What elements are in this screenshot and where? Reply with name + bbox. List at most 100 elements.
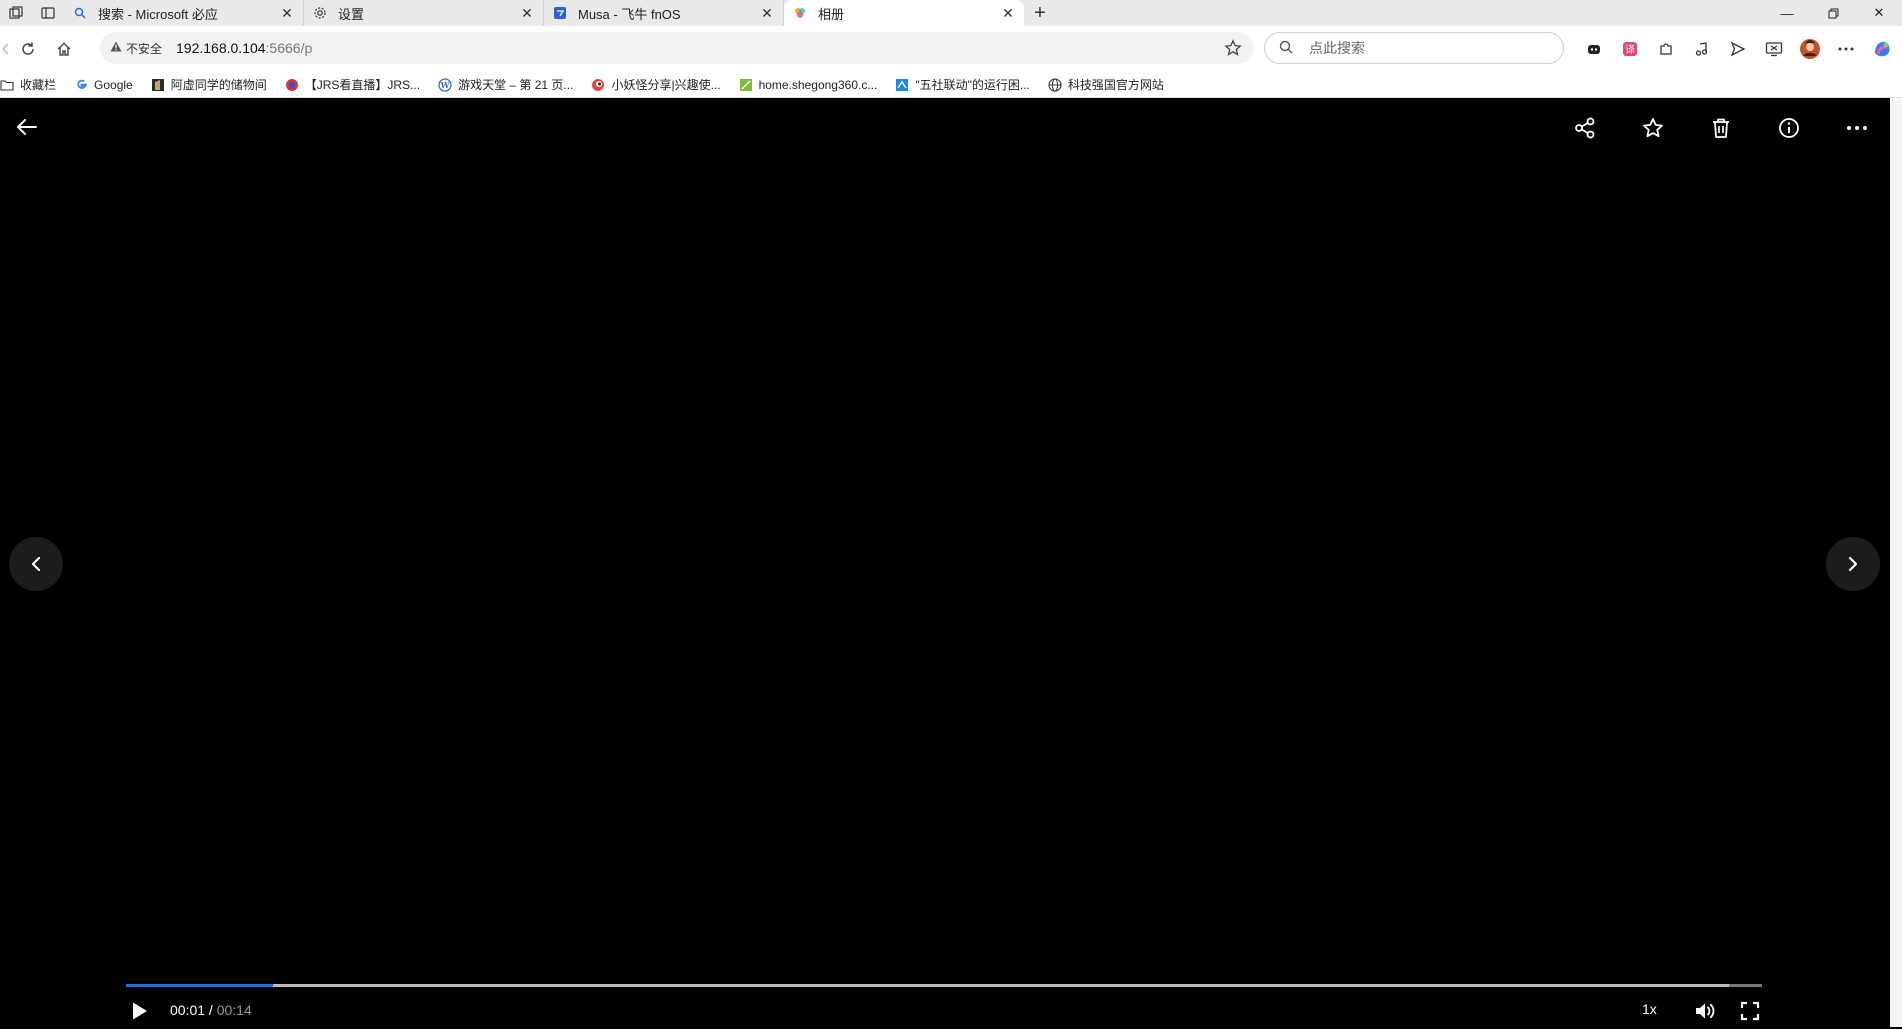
search-icon [1279, 40, 1293, 57]
tab-title: 搜索 - Microsoft 必应 [98, 6, 218, 22]
screen-capture-icon[interactable] [1756, 34, 1792, 64]
warning-icon [110, 41, 122, 55]
google-icon [74, 78, 88, 92]
copilot-icon[interactable] [1864, 34, 1900, 64]
bookmark-label: 游戏天堂 – 第 21 页... [458, 78, 574, 92]
time-display: 00:01 / 00:14 [170, 1002, 252, 1018]
tab-strip: 搜索 - Microsoft 必应 ✕ 设置 ✕ Musa - 飞牛 fnOS … [0, 0, 1902, 26]
browser-toolbar: 不安全 192.168.0.104:5666/p 点此搜索 译 [0, 26, 1902, 72]
favorite-star-icon[interactable] [1635, 110, 1671, 146]
url-path: :5666/p [265, 40, 313, 56]
volume-icon[interactable] [1687, 993, 1723, 1029]
bookmark-label: home.shegong360.c... [758, 77, 878, 92]
photos-icon [792, 5, 808, 21]
site-icon [285, 78, 299, 92]
bookmark-google[interactable]: Google [74, 78, 133, 92]
bookmark-label: "五社联动"的运行困... [915, 78, 1030, 92]
playback-speed-button[interactable]: 1x [1642, 1001, 1657, 1017]
tab-settings[interactable]: 设置 ✕ [304, 0, 544, 26]
bookmark-label: Google [94, 77, 133, 92]
extensions-puzzle-icon[interactable] [1648, 34, 1684, 64]
bookmark-item[interactable]: 【JRS看直播】JRS... [285, 76, 420, 93]
site-icon [739, 78, 753, 92]
more-options-icon[interactable] [1839, 110, 1875, 146]
bookmark-item[interactable]: 科技强国官方网站 [1048, 76, 1164, 93]
home-icon[interactable] [46, 31, 82, 67]
search-icon [72, 5, 88, 21]
share-icon[interactable] [1567, 110, 1603, 146]
page-scrollbar[interactable] [1890, 98, 1902, 1027]
fnos-icon [552, 5, 568, 21]
tab-title: 相册 [818, 6, 845, 22]
svg-text:译: 译 [1625, 44, 1635, 56]
close-icon[interactable]: ✕ [279, 5, 295, 21]
bookmark-label: 【JRS看直播】JRS... [304, 78, 421, 92]
send-icon[interactable] [1720, 34, 1756, 64]
bookmark-item[interactable]: home.shegong360.c... [739, 77, 878, 92]
url-host: 192.168.0.104 [176, 40, 266, 56]
duration: 00:14 [216, 1002, 252, 1018]
bookmark-item[interactable]: 阿虚同学的储物间 [151, 76, 267, 93]
bookmark-item[interactable]: W 游戏天堂 – 第 21 页... [438, 76, 573, 93]
back-icon[interactable] [0, 31, 10, 67]
site-icon [591, 78, 605, 92]
extension-game-icon[interactable] [1576, 34, 1612, 64]
bookmark-item[interactable]: "五社联动"的运行困... [895, 76, 1030, 93]
current-time: 00:01 [170, 1002, 206, 1018]
vertical-tabs-icon[interactable] [32, 0, 64, 26]
info-icon[interactable] [1771, 110, 1807, 146]
play-icon[interactable] [122, 993, 158, 1029]
folder-icon [0, 78, 14, 92]
address-bar[interactable]: 不安全 192.168.0.104:5666/p [100, 32, 1254, 64]
security-indicator[interactable]: 不安全 [110, 40, 162, 57]
close-window-icon[interactable]: ✕ [1856, 0, 1902, 26]
tab-bing-search[interactable]: 搜索 - Microsoft 必应 ✕ [64, 0, 304, 26]
favorites-bar: 收藏栏 Google 阿虚同学的储物间 【JRS看直播】JRS... W 游戏天… [0, 72, 1902, 98]
tab-title: Musa - 飞牛 fnOS [578, 6, 681, 22]
wordpress-icon: W [438, 77, 452, 92]
tab-fnos[interactable]: Musa - 飞牛 fnOS ✕ [544, 0, 784, 26]
played-range [126, 984, 274, 987]
search-placeholder: 点此搜索 [1309, 40, 1365, 56]
bookmark-folder-favorites[interactable]: 收藏栏 [0, 76, 56, 93]
bookmark-label: 小妖怪分享|兴趣使... [611, 78, 721, 92]
time-separator: / [205, 1002, 217, 1018]
tab-photos[interactable]: 相册 ✕ [784, 0, 1024, 26]
security-label: 不安全 [126, 41, 163, 56]
media-music-icon[interactable] [1684, 34, 1720, 64]
trash-icon[interactable] [1703, 110, 1739, 146]
gear-icon [312, 5, 328, 21]
media-viewer[interactable] [0, 98, 1902, 1027]
site-icon [895, 78, 909, 92]
search-input[interactable]: 点此搜索 [1264, 32, 1564, 64]
refresh-icon[interactable] [10, 31, 46, 67]
previous-item-button[interactable] [9, 537, 63, 591]
video-progress-bar[interactable] [126, 984, 1762, 987]
close-icon[interactable]: ✕ [519, 5, 535, 21]
chevron-right-icon [1848, 556, 1858, 572]
next-item-button[interactable] [1826, 537, 1880, 591]
chevron-left-icon [31, 556, 41, 572]
extension-translate-icon[interactable]: 译 [1612, 34, 1648, 64]
bookmark-label: 收藏栏 [20, 78, 57, 92]
more-menu-icon[interactable] [1828, 34, 1864, 64]
window-controls: — ✕ [1764, 0, 1902, 26]
globe-icon [1048, 77, 1062, 92]
favorite-star-icon[interactable] [1224, 39, 1242, 60]
minimize-icon[interactable]: — [1764, 0, 1810, 26]
bookmark-label: 科技强国官方网站 [1067, 78, 1164, 92]
close-icon[interactable]: ✕ [1000, 5, 1016, 21]
fullscreen-icon[interactable] [1732, 993, 1768, 1029]
site-icon [151, 78, 165, 92]
bookmark-label: 阿虚同学的储物间 [170, 78, 267, 92]
bookmark-item[interactable]: 小妖怪分享|兴趣使... [591, 76, 721, 93]
back-arrow-icon[interactable] [9, 109, 45, 145]
profile-avatar[interactable] [1792, 34, 1828, 64]
workspaces-icon[interactable] [0, 0, 32, 26]
new-tab-button[interactable]: + [1024, 0, 1056, 26]
extension-toolbar: 译 [1576, 34, 1900, 64]
restore-icon[interactable] [1810, 0, 1856, 26]
close-icon[interactable]: ✕ [759, 5, 775, 21]
buffered-range [126, 984, 1730, 987]
svg-text:W: W [440, 80, 451, 90]
